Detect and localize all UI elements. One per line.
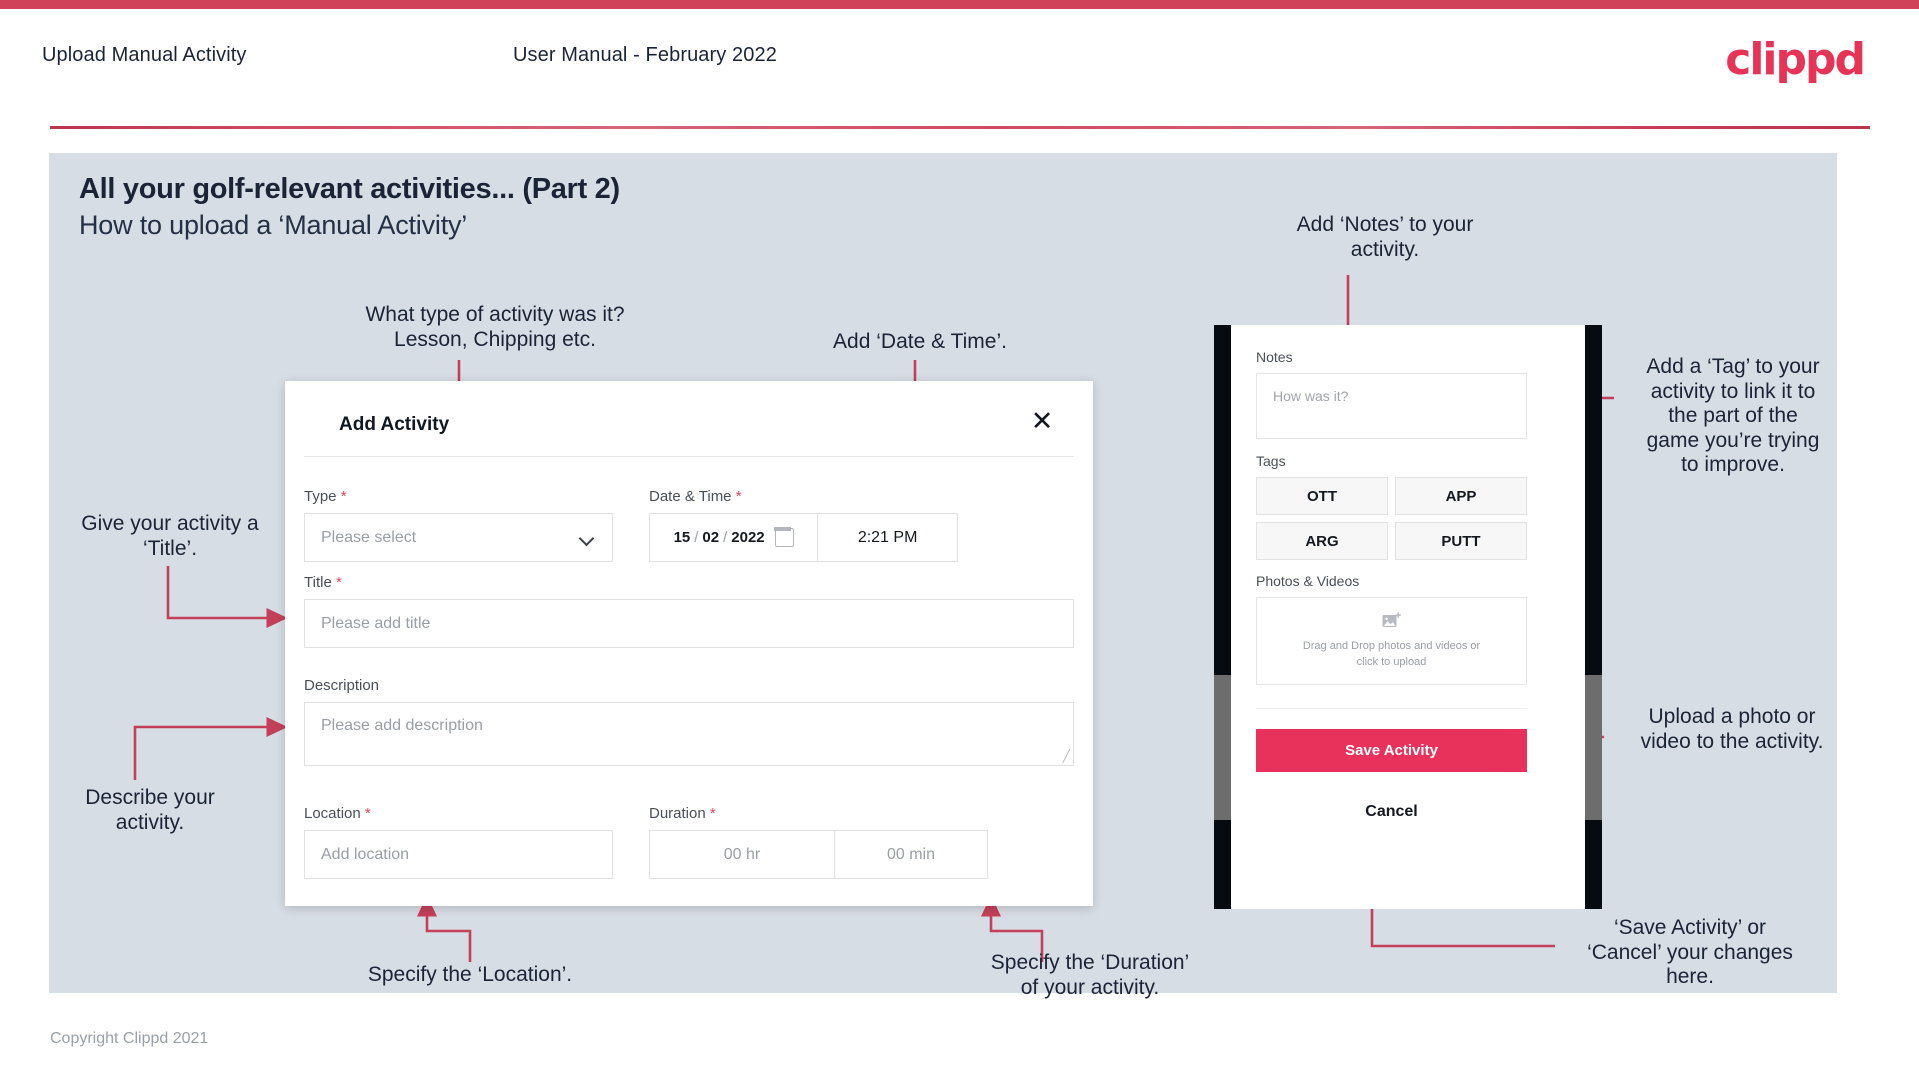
media-dropzone[interactable]: Drag and Drop photos and videos or click…: [1256, 597, 1527, 685]
annotation-location: Specify the ‘Location’.: [367, 963, 573, 986]
modal-divider: [304, 456, 1074, 457]
media-label: Photos & Videos: [1256, 573, 1360, 589]
required-marker: *: [709, 805, 716, 822]
resize-handle-icon[interactable]: ╱: [1063, 749, 1070, 763]
document-subtitle: User Manual - February 2022: [513, 44, 777, 66]
notes-placeholder: How was it?: [1273, 388, 1349, 404]
title-placeholder: Please add title: [321, 614, 431, 632]
annotation-notes: Add ‘Notes’ to your activity.: [1296, 213, 1474, 261]
cancel-button[interactable]: Cancel: [1256, 803, 1527, 821]
page-title: Upload Manual Activity: [42, 44, 247, 66]
date-month: 02: [702, 529, 720, 546]
duration-minutes-input[interactable]: 00 min: [835, 830, 988, 879]
required-marker: *: [335, 574, 342, 591]
tag-button[interactable]: ARG: [1256, 522, 1388, 560]
annotation-save: ‘Save Activity’ or ‘Cancel’ your changes…: [1587, 916, 1793, 989]
modal-title: Add Activity: [339, 414, 450, 435]
time-input[interactable]: 2:21 PM: [818, 513, 958, 562]
type-placeholder: Please select: [321, 528, 417, 546]
phone-screen: Notes How was it? Tags OTT APP ARG PUTT …: [1231, 325, 1585, 909]
description-label: Description: [304, 677, 380, 694]
header-divider: [50, 126, 1870, 129]
notes-textarea[interactable]: How was it?: [1256, 373, 1527, 439]
add-activity-modal: Add Activity ✕ Type * Please select Date…: [285, 381, 1093, 906]
calendar-icon[interactable]: [774, 527, 794, 547]
title-label: Title *: [304, 574, 342, 591]
top-accent-strip: [0, 0, 1919, 9]
save-activity-button[interactable]: Save Activity: [1256, 729, 1527, 772]
date-input[interactable]: 15 / 02 / 2022: [649, 513, 819, 562]
date-sep-1: /: [694, 529, 699, 546]
datetime-label: Date & Time *: [649, 488, 742, 505]
clippd-logo: clippd: [1725, 34, 1866, 85]
tags-label: Tags: [1256, 453, 1286, 469]
phone-mockup: Notes How was it? Tags OTT APP ARG PUTT …: [1214, 325, 1602, 909]
copyright-text: Copyright Clippd 2021: [50, 1030, 209, 1047]
required-marker: *: [364, 805, 371, 822]
required-marker: *: [340, 488, 347, 505]
chevron-down-icon: [580, 530, 596, 546]
date-year: 2022: [731, 529, 765, 546]
type-label: Type *: [304, 488, 347, 505]
annotation-tag: Add a ‘Tag’ to your activity to link it …: [1646, 355, 1820, 477]
date-sep-2: /: [723, 529, 728, 546]
dropzone-line-2: click to upload: [1356, 655, 1427, 668]
tag-button[interactable]: PUTT: [1395, 522, 1527, 560]
phone-divider: [1256, 708, 1527, 709]
location-placeholder: Add location: [321, 845, 410, 863]
description-textarea[interactable]: Please add description ╱: [304, 702, 1074, 766]
title-input[interactable]: Please add title: [304, 599, 1074, 648]
add-image-icon: [1382, 611, 1401, 627]
description-placeholder: Please add description: [321, 717, 483, 734]
annotation-type: What type of activity was it? Lesson, Ch…: [365, 303, 625, 351]
duration-label: Duration *: [649, 805, 716, 822]
location-label: Location *: [304, 805, 371, 822]
annotation-title: Give your activity a ‘Title’.: [81, 512, 259, 560]
tag-button[interactable]: APP: [1395, 477, 1527, 515]
annotation-duration: Specify the ‘Duration’ of your activity.: [990, 951, 1190, 999]
tag-button[interactable]: OTT: [1256, 477, 1388, 515]
annotation-description: Describe your activity.: [85, 786, 215, 834]
date-day: 15: [673, 529, 691, 546]
slide-heading: All your golf-relevant activities... (Pa…: [79, 173, 620, 205]
slide-subheading: How to upload a ‘Manual Activity’: [79, 210, 468, 240]
notes-label: Notes: [1256, 349, 1293, 365]
location-input[interactable]: Add location: [304, 830, 613, 879]
type-select[interactable]: Please select: [304, 513, 613, 562]
required-marker: *: [735, 488, 742, 505]
annotation-upload: Upload a photo or video to the activity.: [1640, 705, 1824, 753]
duration-hours-input[interactable]: 00 hr: [649, 830, 835, 879]
phone-bezel-right: [1585, 325, 1602, 909]
close-icon[interactable]: ✕: [1025, 404, 1059, 438]
annotation-datetime: Add ‘Date & Time’.: [833, 330, 1007, 353]
phone-bezel-left: [1214, 325, 1231, 909]
dropzone-line-1: Drag and Drop photos and videos or: [1302, 639, 1481, 652]
